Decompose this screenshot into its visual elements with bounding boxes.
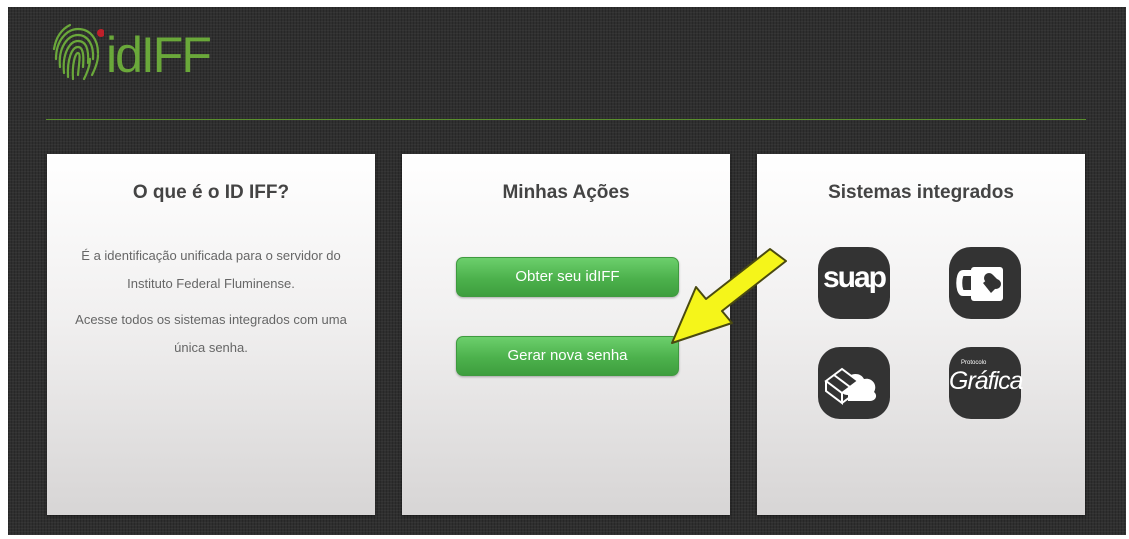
card-actions-title: Minhas Ações <box>502 182 630 203</box>
about-paragraph-2: Acesse todos os sistemas integrados com … <box>75 312 347 355</box>
grafica-icon[interactable]: Protocolo Gráfica <box>949 347 1024 419</box>
card-about: O que é o ID IFF? É a identificação unif… <box>47 154 375 515</box>
idiff-logo[interactable]: idIFF <box>48 19 212 89</box>
card-about-title: O que é o ID IFF? <box>132 182 290 203</box>
card-about-description: É a identificação unificada para o servi… <box>67 242 355 370</box>
yellow-arrow-icon <box>671 248 787 344</box>
about-paragraph-1: É a identificação unificada para o servi… <box>81 248 341 291</box>
suap-icon[interactable]: suap <box>818 247 890 319</box>
logo-text: idIFF <box>106 27 212 83</box>
grafica-small-label: Protocolo <box>961 360 987 366</box>
generate-new-password-button[interactable]: Gerar nova senha <box>456 336 679 376</box>
page-background: idIFF O que é o ID IFF? É a identificaçã… <box>8 7 1126 535</box>
grafica-label: Gráfica <box>949 367 1024 395</box>
get-idiff-button[interactable]: Obter seu idIFF <box>456 257 679 297</box>
suap-label: suap <box>822 261 887 294</box>
box-cloud-icon[interactable] <box>818 347 890 419</box>
fingerprint-icon <box>52 23 104 81</box>
card-systems-title: Sistemas integrados <box>828 182 1014 203</box>
card-systems: Sistemas integrados suap Protocolo Gráfi… <box>757 154 1085 515</box>
header-divider <box>46 119 1086 120</box>
mug-heart-icon[interactable] <box>949 247 1021 319</box>
